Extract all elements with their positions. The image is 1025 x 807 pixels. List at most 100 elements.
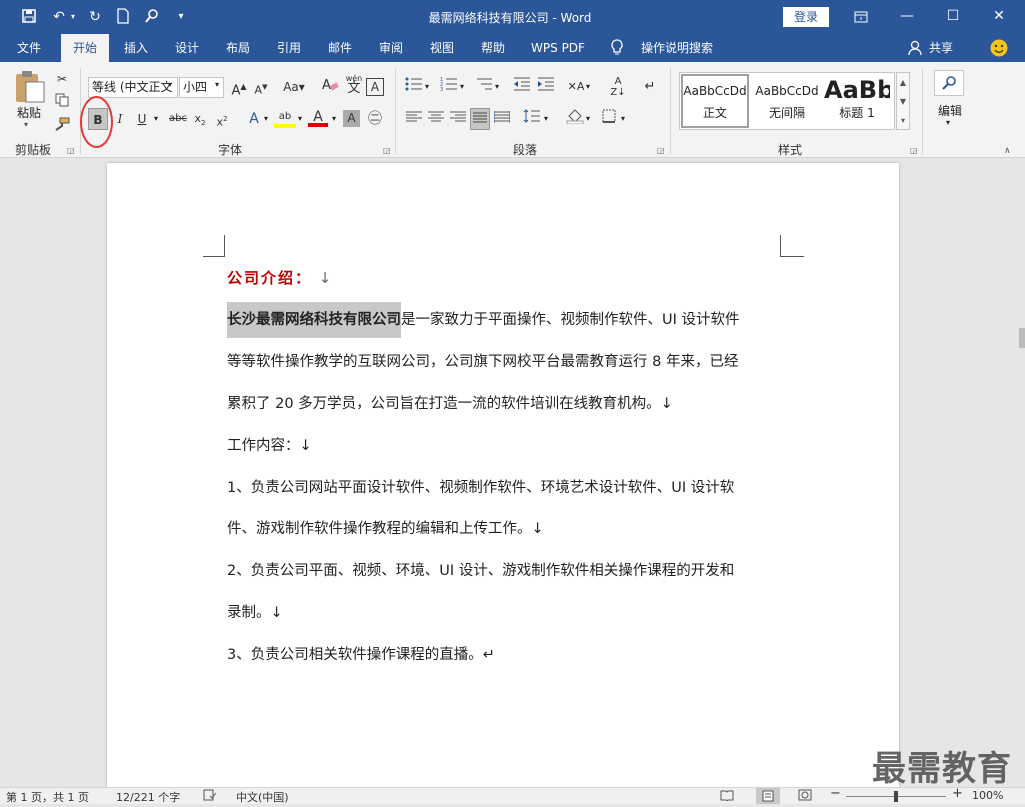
user-icon[interactable] — [908, 40, 924, 56]
tab-review[interactable]: 审阅 — [370, 34, 412, 62]
print-layout-icon[interactable] — [756, 788, 780, 804]
subscript-icon[interactable]: x2 — [190, 108, 210, 130]
tab-wps-pdf[interactable]: WPS PDF — [523, 34, 593, 62]
feedback-smiley-icon[interactable] — [990, 39, 1008, 57]
undo-icon[interactable]: ↶ — [50, 8, 68, 26]
copy-icon[interactable] — [52, 92, 72, 114]
tab-design[interactable]: 设计 — [166, 34, 208, 62]
font-color-dropdown-icon[interactable]: ▾ — [332, 114, 336, 123]
shading-icon[interactable] — [565, 108, 585, 130]
font-color-icon[interactable]: A — [308, 106, 328, 128]
format-painter-icon[interactable] — [52, 116, 72, 138]
font-launcher-icon[interactable]: ◲ — [383, 146, 391, 155]
grow-font-icon[interactable]: A▲ — [229, 76, 249, 98]
zoom-out-icon[interactable]: − — [830, 786, 841, 801]
minimize-icon[interactable]: — — [884, 0, 930, 34]
underline-dropdown-icon[interactable]: ▾ — [154, 114, 158, 123]
paste-dropdown-icon[interactable]: ▾ — [24, 120, 28, 129]
font-name-dropdown-icon[interactable]: ▾ — [168, 80, 172, 89]
customize-quick-access-icon[interactable]: ▾ — [172, 8, 190, 26]
style-no-spacing[interactable]: AaBbCcDd 无间隔 — [752, 74, 822, 128]
enclose-characters-icon[interactable]: ㊁ — [365, 108, 385, 130]
text-effects-dropdown-icon[interactable]: ▾ — [264, 114, 268, 123]
web-layout-icon[interactable] — [798, 789, 812, 804]
numbering-dropdown-icon[interactable]: ▾ — [460, 82, 464, 91]
read-mode-icon[interactable] — [720, 789, 734, 804]
word-count[interactable]: 12/221 个字 — [116, 789, 180, 805]
shading-dropdown-icon[interactable]: ▾ — [586, 114, 590, 123]
tab-home[interactable]: 开始 — [61, 34, 109, 62]
bullets-icon[interactable] — [404, 76, 424, 98]
cut-icon[interactable]: ✂ — [52, 68, 72, 90]
undo-dropdown-icon[interactable]: ▾ — [68, 8, 78, 26]
style-heading-1[interactable]: AaBb 标题 1 — [824, 74, 890, 128]
maximize-icon[interactable]: ☐ — [930, 0, 976, 34]
chinese-layout-dropdown-icon[interactable]: ▾ — [586, 82, 590, 91]
paste-button[interactable]: 粘贴 — [14, 104, 44, 121]
styles-scroll[interactable]: ▲ ▼ ▾ — [896, 72, 910, 130]
line-spacing-icon[interactable] — [522, 108, 542, 130]
show-marks-icon[interactable]: ↵ — [640, 76, 660, 98]
borders-dropdown-icon[interactable]: ▾ — [621, 114, 625, 123]
paste-icon[interactable] — [12, 68, 46, 104]
paragraph-launcher-icon[interactable]: ◲ — [657, 146, 665, 155]
tab-mailings[interactable]: 邮件 — [319, 34, 361, 62]
tab-help[interactable]: 帮助 — [472, 34, 514, 62]
multilevel-list-icon[interactable] — [474, 76, 494, 98]
change-case-icon[interactable]: Aa▾ — [280, 76, 308, 98]
sort-icon[interactable]: A Z↓ — [608, 76, 628, 98]
shrink-font-icon[interactable]: A▼ — [251, 76, 271, 98]
align-center-icon[interactable] — [426, 108, 446, 130]
ribbon-display-options-icon[interactable] — [838, 0, 884, 34]
tab-view[interactable]: 视图 — [421, 34, 463, 62]
styles-launcher-icon[interactable]: ◲ — [910, 146, 918, 155]
multilevel-dropdown-icon[interactable]: ▾ — [495, 82, 499, 91]
tell-me-search[interactable]: 操作说明搜索 — [634, 34, 720, 62]
language-indicator[interactable]: 中文(中国) — [236, 789, 289, 805]
underline-icon[interactable]: U — [132, 108, 152, 130]
clipboard-launcher-icon[interactable]: ◲ — [67, 146, 75, 155]
editing-dropdown-icon[interactable]: ▾ — [946, 118, 950, 127]
character-shading-icon[interactable]: A — [343, 110, 360, 127]
tab-layout[interactable]: 布局 — [217, 34, 259, 62]
selected-company-name[interactable]: 长沙最需网络科技有限公司 — [227, 302, 401, 338]
zoom-slider-thumb[interactable] — [894, 791, 898, 802]
align-left-icon[interactable] — [404, 108, 424, 130]
numbering-icon[interactable]: 123 — [439, 76, 459, 98]
bullets-dropdown-icon[interactable]: ▾ — [425, 82, 429, 91]
strikethrough-icon[interactable]: abc — [166, 108, 190, 130]
font-name-select[interactable]: 等线 (中文正文 — [88, 77, 178, 98]
touch-mode-icon[interactable] — [143, 8, 161, 26]
tab-insert[interactable]: 插入 — [115, 34, 157, 62]
line-spacing-dropdown-icon[interactable]: ▾ — [544, 114, 548, 123]
decrease-indent-icon[interactable] — [512, 76, 532, 98]
superscript-icon[interactable]: x2 — [212, 108, 232, 130]
style-normal[interactable]: AaBbCcDd 正文 — [681, 74, 749, 128]
phonetic-guide-icon[interactable]: wén 文 — [344, 74, 364, 96]
document-page[interactable]: 公司介绍： ↓ 长沙最需网络科技有限公司是一家致力于平面操作、视频制作软件、UI… — [107, 163, 899, 787]
highlight-dropdown-icon[interactable]: ▾ — [298, 114, 302, 123]
chinese-layout-icon[interactable]: ✕A — [566, 76, 586, 98]
justify-icon[interactable] — [470, 108, 490, 130]
font-size-dropdown-icon[interactable]: ▾ — [215, 80, 219, 89]
redo-icon[interactable]: ↻ — [86, 8, 104, 26]
align-right-icon[interactable] — [448, 108, 468, 130]
login-button[interactable]: 登录 — [783, 7, 829, 27]
save-icon[interactable] — [20, 8, 38, 26]
page-count[interactable]: 第 1 页，共 1 页 — [6, 789, 89, 805]
zoom-in-icon[interactable]: + — [952, 786, 963, 801]
borders-icon[interactable] — [599, 108, 619, 130]
find-icon[interactable] — [934, 70, 964, 96]
tab-file[interactable]: 文件 — [6, 34, 52, 62]
character-border-icon[interactable]: A — [366, 78, 384, 96]
zoom-level[interactable]: 100% — [972, 789, 1003, 802]
highlight-color-icon[interactable]: ab — [274, 106, 296, 128]
tab-references[interactable]: 引用 — [268, 34, 310, 62]
vertical-scrollbar-thumb[interactable] — [1019, 328, 1025, 348]
new-document-icon[interactable] — [114, 8, 132, 26]
increase-indent-icon[interactable] — [536, 76, 556, 98]
close-icon[interactable]: ✕ — [976, 0, 1022, 34]
clear-formatting-icon[interactable]: A — [320, 76, 340, 98]
italic-icon[interactable]: I — [110, 108, 130, 130]
distributed-icon[interactable] — [492, 108, 512, 130]
